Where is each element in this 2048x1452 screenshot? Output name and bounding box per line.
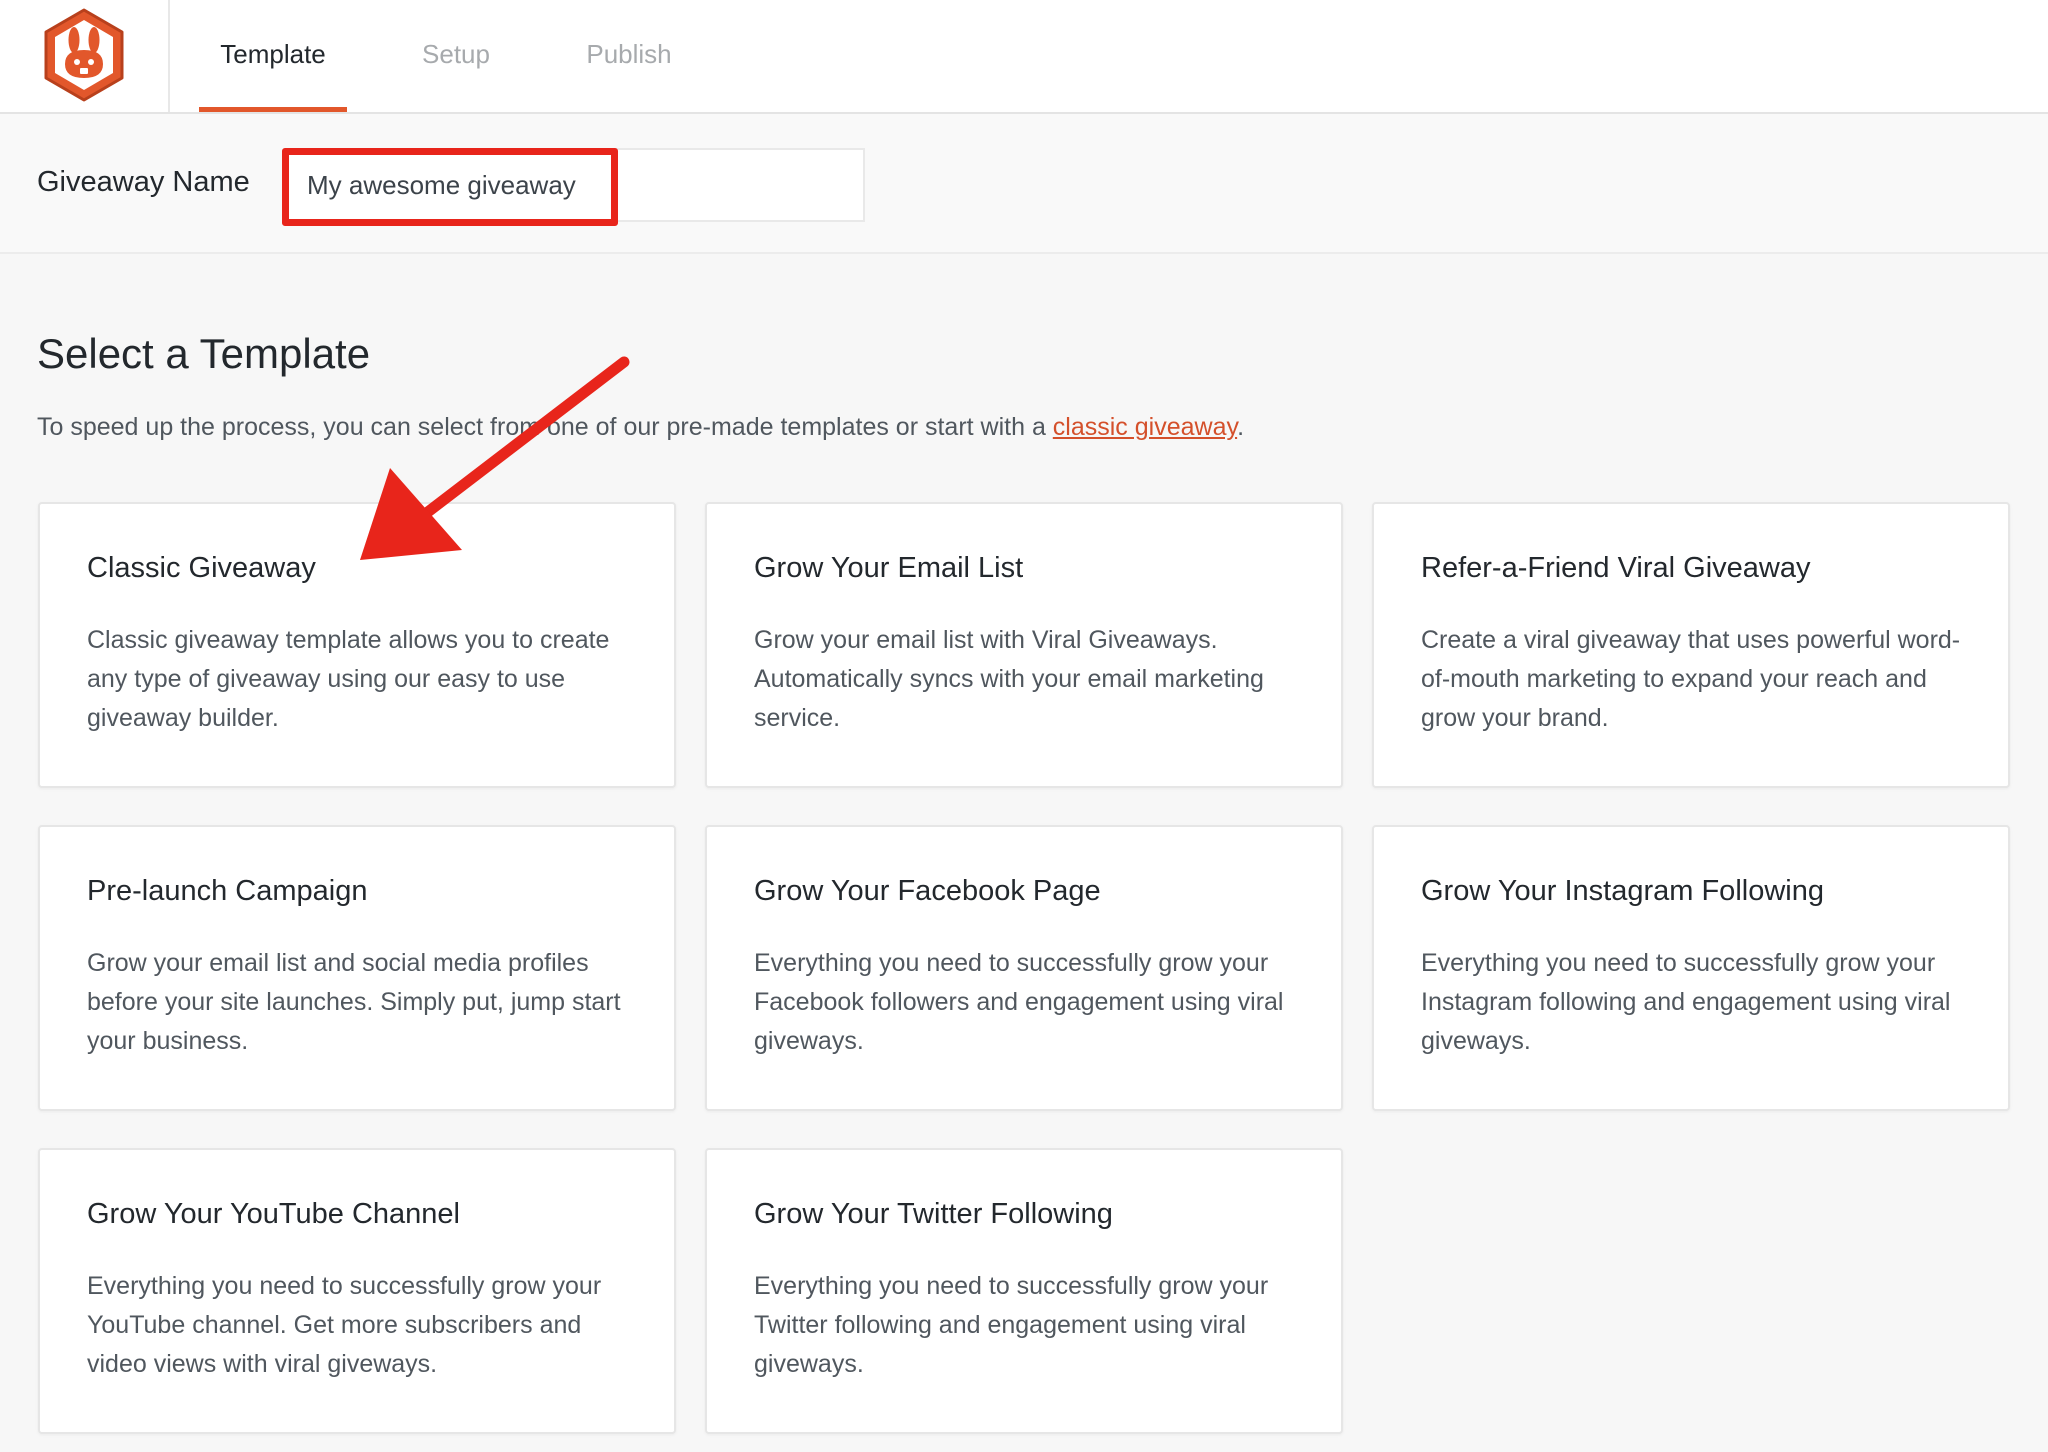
tab-publish[interactable]: Publish — [574, 0, 684, 112]
section-description: To speed up the process, you can select … — [37, 413, 1244, 442]
template-card-title: Refer-a-Friend Viral Giveaway — [1421, 552, 1811, 584]
template-card-grow-facebook[interactable]: Grow Your Facebook Page Everything you n… — [705, 825, 1343, 1111]
classic-giveaway-link[interactable]: classic giveaway — [1053, 413, 1237, 441]
section-title: Select a Template — [37, 330, 371, 377]
template-card-description: Everything you need to successfully grow… — [754, 1272, 1269, 1378]
template-card-classic-giveaway[interactable]: Classic Giveaway Classic giveaway templa… — [38, 502, 676, 788]
top-nav-bar: Template Setup Publish — [0, 0, 2048, 114]
template-card-grow-instagram[interactable]: Grow Your Instagram Following Everything… — [1372, 825, 2010, 1111]
template-card-title: Grow Your YouTube Channel — [87, 1198, 460, 1230]
rabbit-logo-icon — [44, 8, 124, 102]
template-card-description: Grow your email list with Viral Giveaway… — [754, 626, 1264, 732]
template-card-description: Grow your email list and social media pr… — [87, 949, 621, 1055]
template-card-title: Grow Your Twitter Following — [754, 1198, 1113, 1230]
template-card-refer-a-friend[interactable]: Refer-a-Friend Viral Giveaway Create a v… — [1372, 502, 2010, 788]
template-card-description: Everything you need to successfully grow… — [87, 1272, 602, 1378]
section-description-end: . — [1237, 413, 1245, 441]
template-card-description: Classic giveaway template allows you to … — [87, 626, 610, 732]
template-card-grow-email-list[interactable]: Grow Your Email List Grow your email lis… — [705, 502, 1343, 788]
template-card-grow-youtube[interactable]: Grow Your YouTube Channel Everything you… — [38, 1148, 676, 1434]
template-card-description: Create a viral giveaway that uses powerf… — [1421, 626, 1961, 732]
section-description-text: To speed up the process, you can select … — [37, 413, 1053, 441]
template-card-description: Everything you need to successfully grow… — [1421, 949, 1951, 1055]
logo-container — [0, 0, 170, 112]
template-card-title: Pre-launch Campaign — [87, 875, 368, 907]
tab-setup[interactable]: Setup — [404, 0, 508, 112]
template-card-pre-launch[interactable]: Pre-launch Campaign Grow your email list… — [38, 825, 676, 1111]
template-card-title: Grow Your Email List — [754, 552, 1024, 584]
giveaway-name-input[interactable] — [289, 150, 863, 220]
giveaway-name-label: Giveaway Name — [37, 166, 250, 198]
template-card-title: Classic Giveaway — [87, 552, 316, 584]
giveaway-name-bar: Giveaway Name — [0, 114, 2048, 254]
template-card-title: Grow Your Instagram Following — [1421, 875, 1824, 907]
template-card-title: Grow Your Facebook Page — [754, 875, 1101, 907]
template-card-grow-twitter[interactable]: Grow Your Twitter Following Everything y… — [705, 1148, 1343, 1434]
giveaway-name-field — [287, 148, 865, 222]
tab-template[interactable]: Template — [199, 0, 347, 112]
template-card-description: Everything you need to successfully grow… — [754, 949, 1284, 1055]
